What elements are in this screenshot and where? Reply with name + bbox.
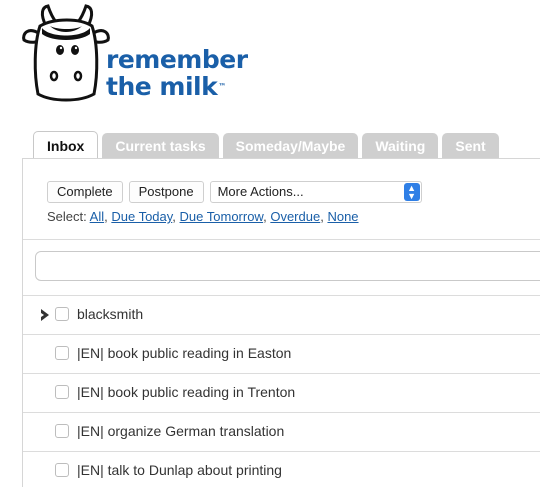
postpone-button[interactable]: Postpone — [128, 181, 204, 203]
more-actions-value: More Actions... — [217, 184, 304, 199]
trademark-symbol: ™ — [218, 82, 226, 91]
cow-icon — [22, 4, 110, 102]
expand-chevron-icon[interactable] — [39, 308, 51, 322]
task-checkbox[interactable] — [55, 385, 69, 399]
task-label: |EN| talk to Dunlap about printing — [77, 462, 282, 478]
select-due-tomorrow-link[interactable]: Due Tomorrow — [180, 209, 264, 224]
tab-waiting[interactable]: Waiting — [362, 133, 439, 159]
tab-current-tasks[interactable]: Current tasks — [102, 133, 219, 159]
brand-line-2: the milk™ — [106, 73, 248, 100]
select-due-today-link[interactable]: Due Today — [111, 209, 172, 224]
more-actions-select[interactable]: More Actions... ▲ ▼ — [209, 181, 422, 203]
task-checkbox[interactable] — [55, 346, 69, 360]
task-row[interactable]: blacksmith — [23, 295, 540, 334]
tab-someday-maybe[interactable]: Someday/Maybe — [222, 133, 359, 159]
task-row[interactable]: |EN| book public reading in Easton — [23, 334, 540, 373]
task-list-panel: Complete Postpone More Actions... ▲ ▼ Sel… — [22, 158, 540, 487]
select-all-link[interactable]: All — [90, 209, 104, 224]
complete-button[interactable]: Complete — [47, 181, 123, 203]
list-tabs: Inbox Current tasks Someday/Maybe Waitin… — [33, 131, 503, 159]
brand-line-2-text: the milk — [106, 72, 218, 101]
select-overdue-link[interactable]: Overdue — [270, 209, 320, 224]
task-row[interactable]: |EN| organize German translation — [23, 412, 540, 451]
task-label: |EN| book public reading in Easton — [77, 345, 292, 361]
brand-wordmark: remember the milk™ — [106, 46, 248, 100]
app-logo: remember the milk™ — [20, 4, 248, 106]
brand-line-1: remember — [106, 45, 248, 74]
task-checkbox[interactable] — [55, 424, 69, 438]
select-none-link[interactable]: None — [327, 209, 358, 224]
tab-inbox[interactable]: Inbox — [33, 131, 99, 159]
task-label: |EN| book public reading in Trenton — [77, 384, 296, 400]
task-checkbox[interactable] — [55, 307, 69, 321]
select-arrows-icon: ▲ ▼ — [403, 183, 420, 201]
select-links: Select: All, Due Today, Due Tomorrow, Ov… — [47, 209, 359, 224]
add-task-input[interactable] — [35, 251, 540, 281]
task-checkbox[interactable] — [55, 463, 69, 477]
tab-sent[interactable]: Sent — [442, 133, 499, 159]
divider — [23, 239, 540, 240]
select-prefix: Select: — [47, 209, 87, 224]
task-toolbar: Complete Postpone More Actions... ▲ ▼ — [47, 181, 422, 203]
task-row[interactable]: |EN| talk to Dunlap about printing — [23, 451, 540, 487]
task-label: |EN| organize German translation — [77, 423, 285, 439]
task-label: blacksmith — [77, 306, 144, 322]
task-row[interactable]: |EN| book public reading in Trenton — [23, 373, 540, 412]
